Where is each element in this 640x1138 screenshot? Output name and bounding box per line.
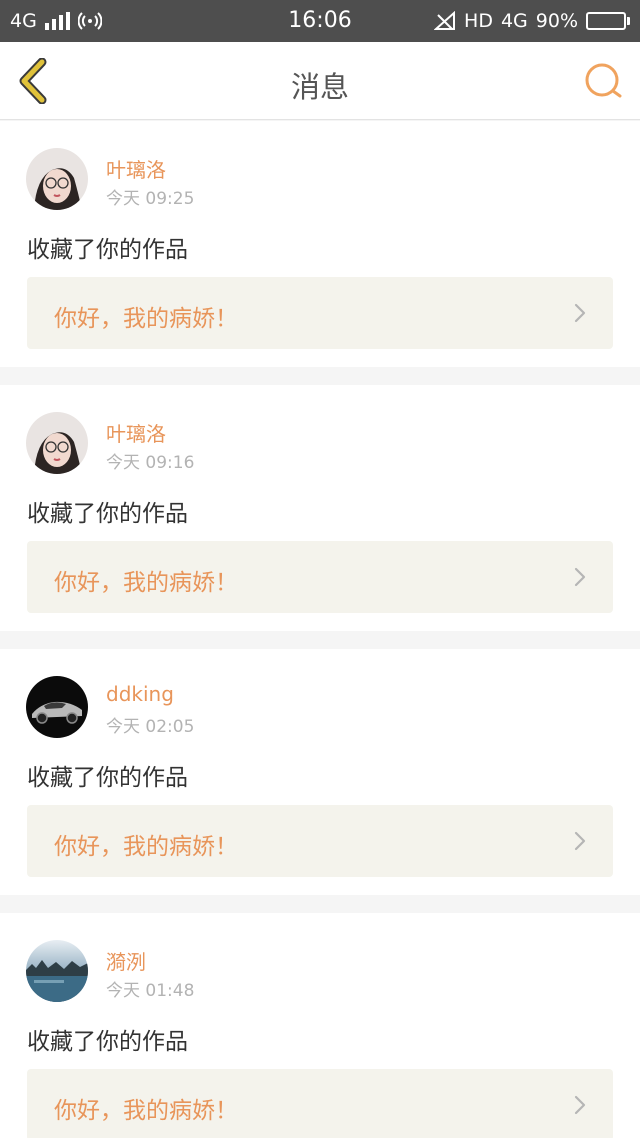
chevron-right-icon: [574, 831, 586, 851]
avatar[interactable]: [26, 148, 88, 210]
status-time: 16:06: [288, 8, 352, 33]
work-title: 你好，我的病娇！: [54, 570, 238, 596]
work-link[interactable]: 你好，我的病娇！: [27, 541, 613, 613]
search-button[interactable]: [582, 60, 626, 104]
page-title: 消息: [290, 70, 349, 104]
sports-car-avatar-icon: [26, 676, 88, 738]
timestamp: 今天 01:48: [106, 981, 195, 1001]
action-text: 收藏了你的作品: [27, 765, 188, 791]
action-text: 收藏了你的作品: [27, 1029, 188, 1055]
message-card: 叶璃洛 今天 09:25 收藏了你的作品 你好，我的病娇！: [0, 121, 640, 367]
username[interactable]: 叶璃洛: [106, 418, 166, 447]
timestamp: 今天 02:05: [106, 717, 195, 737]
chevron-right-icon: [574, 567, 586, 587]
work-link[interactable]: 你好，我的病娇！: [27, 1069, 613, 1138]
username[interactable]: 叶璃洛: [106, 154, 166, 183]
search-icon: [585, 63, 622, 98]
chevron-right-icon: [574, 1095, 586, 1115]
chevron-right-icon: [574, 303, 586, 323]
status-bar: 4G 16:06 HD 4G 90%: [0, 0, 640, 42]
work-title: 你好，我的病娇！: [54, 306, 238, 332]
message-card: ddking 今天 02:05 收藏了你的作品 你好，我的病娇！: [0, 649, 640, 895]
timestamp: 今天 09:16: [106, 453, 195, 473]
girl-glasses-avatar-icon: [26, 148, 88, 210]
action-text: 收藏了你的作品: [27, 501, 188, 527]
action-text: 收藏了你的作品: [27, 237, 188, 263]
avatar[interactable]: [26, 412, 88, 474]
message-list: 叶璃洛 今天 09:25 收藏了你的作品 你好，我的病娇！ 叶璃洛 今天 09:…: [0, 121, 640, 1138]
avatar[interactable]: [26, 676, 88, 738]
message-card: 漪洌 今天 01:48 收藏了你的作品 你好，我的病娇！: [0, 913, 640, 1138]
nav-bar: 消息: [0, 42, 640, 120]
girl-glasses-avatar-icon: [26, 412, 88, 474]
username[interactable]: 漪洌: [106, 946, 146, 975]
avatar[interactable]: [26, 940, 88, 1002]
work-link[interactable]: 你好，我的病娇！: [27, 277, 613, 349]
work-link[interactable]: 你好，我的病娇！: [27, 805, 613, 877]
timestamp: 今天 09:25: [106, 189, 195, 209]
lake-scenery-avatar-icon: [26, 940, 88, 1002]
work-title: 你好，我的病娇！: [54, 1098, 238, 1124]
message-card: 叶璃洛 今天 09:16 收藏了你的作品 你好，我的病娇！: [0, 385, 640, 631]
username[interactable]: ddking: [106, 682, 174, 706]
work-title: 你好，我的病娇！: [54, 834, 238, 860]
